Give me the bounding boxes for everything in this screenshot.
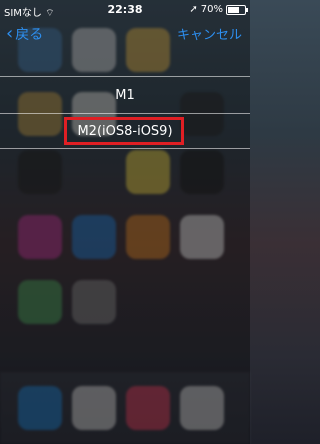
option-label: M1 xyxy=(115,87,135,103)
divider xyxy=(0,148,250,149)
status-bar: SIMなし ⌔ 22:38 ➚ 70% xyxy=(0,0,250,20)
battery-percent: 70% xyxy=(200,4,223,15)
navigation-bar: ‹ 戻る キャンセル xyxy=(0,20,250,48)
option-label: M2(iOS8-iOS9) xyxy=(77,123,173,139)
dim-overlay xyxy=(0,0,250,444)
option-m2[interactable]: M2(iOS8-iOS9) xyxy=(0,114,250,148)
back-label: 戻る xyxy=(15,27,44,43)
battery-icon xyxy=(226,4,248,15)
cancel-button[interactable]: キャンセル xyxy=(177,24,242,43)
chevron-left-icon: ‹ xyxy=(6,23,14,44)
option-m1[interactable]: M1 xyxy=(0,77,250,113)
location-arrow-icon: ➚ xyxy=(189,4,198,15)
option-list: M1 M2(iOS8-iOS9) xyxy=(0,76,250,149)
status-right: ➚ 70% xyxy=(189,4,248,15)
battery-fill xyxy=(228,6,240,13)
back-button[interactable]: ‹ 戻る xyxy=(6,24,43,44)
